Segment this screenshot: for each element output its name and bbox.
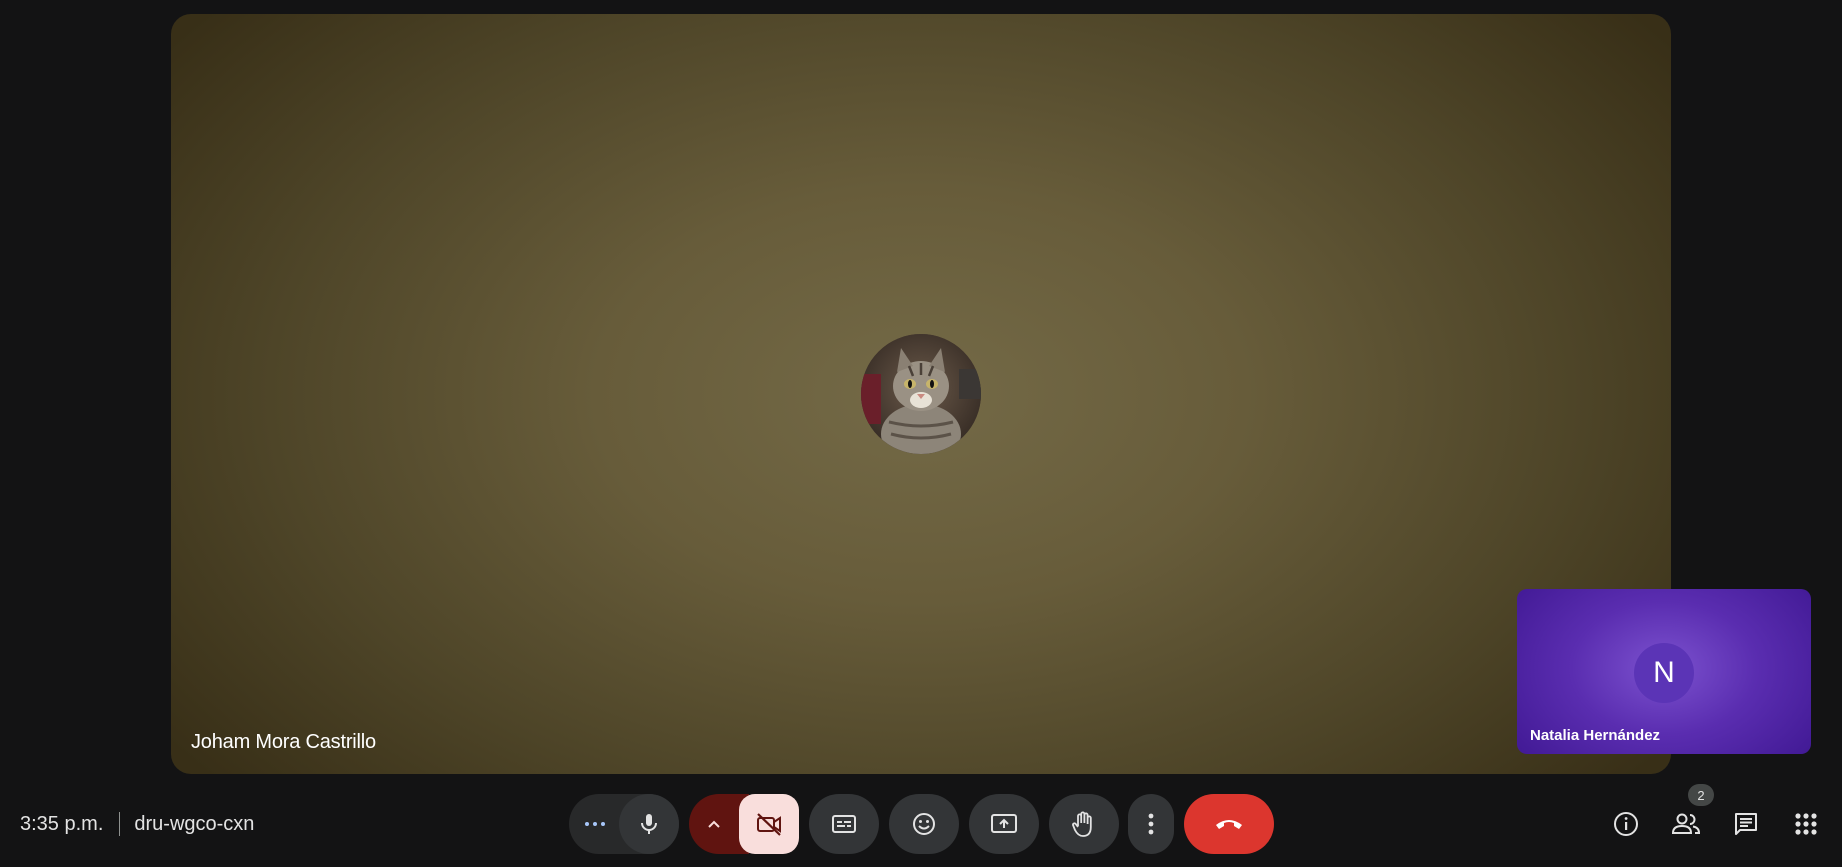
- chat-button[interactable]: [1722, 794, 1770, 854]
- camera-button[interactable]: [739, 794, 799, 854]
- divider: [119, 812, 121, 836]
- audio-controls: [569, 794, 679, 854]
- meeting-info: 3:35 p.m. dru-wgco-cxn: [20, 794, 254, 854]
- participant-name: Joham Mora Castrillo: [191, 731, 376, 753]
- present-button[interactable]: [969, 794, 1039, 854]
- captions-button[interactable]: [809, 794, 879, 854]
- self-view-tile[interactable]: N Natalia Hernández: [1517, 589, 1811, 754]
- reactions-button[interactable]: [889, 794, 959, 854]
- chevron-up-icon: [708, 820, 720, 828]
- activities-button[interactable]: [1782, 794, 1830, 854]
- raise-hand-icon: [1072, 811, 1092, 837]
- end-call-button[interactable]: [1184, 794, 1274, 854]
- self-name: Natalia Hernández: [1530, 727, 1661, 744]
- self-avatar: N: [1634, 643, 1694, 703]
- more-vertical-icon: [1148, 813, 1154, 835]
- participant-avatar: [861, 334, 981, 454]
- more-options-button[interactable]: [1128, 794, 1174, 854]
- mic-button[interactable]: [619, 794, 679, 854]
- audio-options-button[interactable]: [569, 794, 621, 854]
- closed-captions-icon: [832, 815, 856, 833]
- people-icon: [1671, 813, 1701, 834]
- meeting-stage: Joham Mora Castrillo N Natalia Hernández…: [0, 0, 1842, 867]
- meeting-time: 3:35 p.m.: [20, 812, 104, 835]
- participant-count-badge: 2: [1688, 784, 1714, 806]
- cat-photo-avatar: [861, 334, 981, 454]
- chat-icon: [1735, 813, 1757, 835]
- present-screen-icon: [991, 814, 1017, 833]
- meeting-details-button[interactable]: [1602, 794, 1650, 854]
- info-icon: [1614, 812, 1638, 836]
- mic-icon: [641, 814, 657, 834]
- apps-grid-icon: [1795, 813, 1817, 835]
- camera-controls: [689, 794, 799, 854]
- end-call-icon: [1216, 820, 1242, 829]
- main-participant-tile[interactable]: Joham Mora Castrillo: [171, 14, 1671, 774]
- more-horizontal-icon: [585, 822, 605, 826]
- camera-off-icon: [757, 813, 781, 836]
- bottom-toolbar: 3:35 p.m. dru-wgco-cxn: [0, 794, 1842, 854]
- raise-hand-button[interactable]: [1049, 794, 1119, 854]
- emoji-icon: [913, 813, 935, 835]
- meeting-code[interactable]: dru-wgco-cxn: [134, 813, 254, 836]
